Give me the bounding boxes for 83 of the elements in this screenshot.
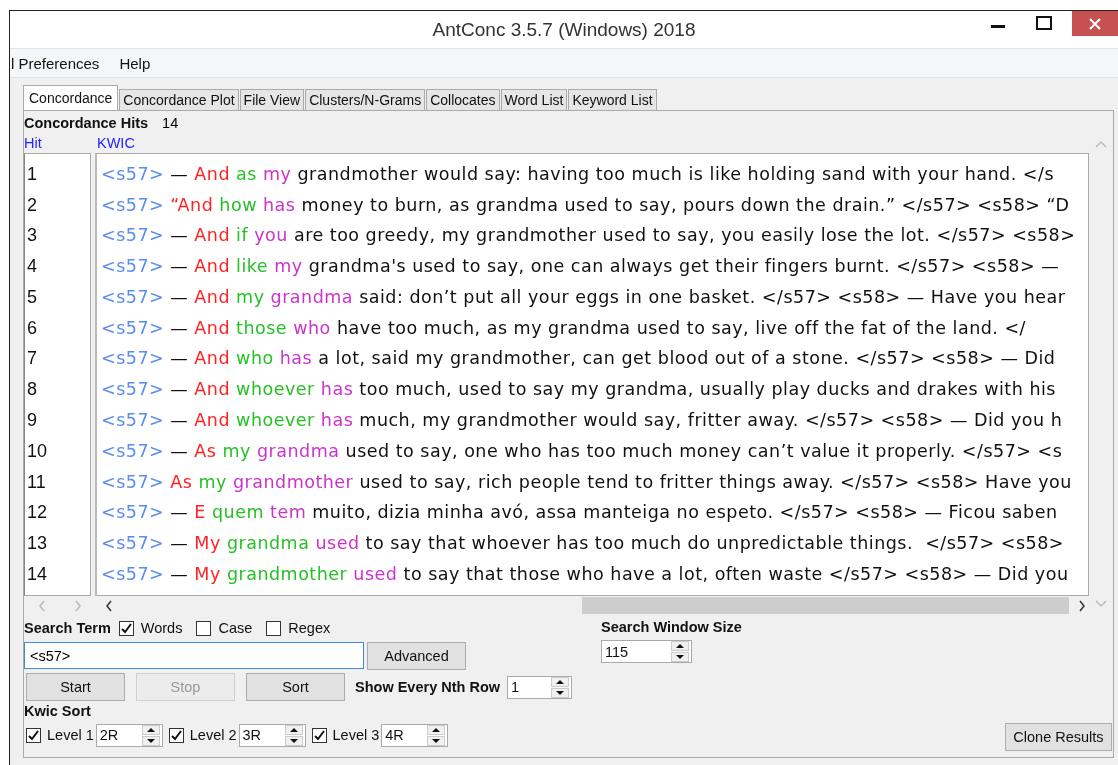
column-header[interactable]: Hit — [24, 135, 97, 151]
tab[interactable]: File View — [239, 89, 305, 110]
hit-number: 6 — [26, 316, 38, 340]
search-field[interactable]: <s57> — [24, 642, 364, 669]
hit-number: 2 — [26, 193, 38, 217]
checkbox[interactable] — [266, 620, 282, 636]
hit-number: 3 — [26, 224, 38, 248]
checkbox-label: Regex — [288, 620, 331, 636]
clone-results-button[interactable]: Clone Results — [1005, 723, 1112, 751]
spin-down-icon[interactable] — [284, 735, 303, 746]
hit-number: 9 — [26, 409, 38, 433]
menu-item[interactable]: Help — [119, 54, 151, 72]
tab[interactable]: Concordance Plot — [119, 89, 239, 110]
checkbox-label: Level 2 — [189, 727, 237, 743]
spin-up-icon[interactable] — [141, 724, 160, 735]
kwic-line[interactable]: <s57> — And like my grandma's used to say, one can always get their fingers burnt. </s57> <s58> — — [97, 251, 1088, 282]
column-header[interactable]: KWIC — [97, 135, 135, 151]
tab[interactable]: Collocates — [426, 89, 500, 110]
kwic-line[interactable]: <s57> — E quem tem muito, dizia minha avó, assa manteiga no espeto. </s57> <s58> — Ficou saben — [97, 497, 1088, 529]
spin-box[interactable]: 115 — [601, 640, 692, 663]
spin-down-icon[interactable] — [141, 735, 160, 746]
spin-up-icon[interactable] — [671, 641, 689, 651]
hit-number: 4 — [26, 255, 38, 279]
close-button[interactable] — [1072, 11, 1118, 36]
window-title: AntConc 3.5.7 (Windows) 2018 — [432, 18, 696, 41]
checkbox-label: Level 3 — [332, 727, 380, 743]
spin-down-icon[interactable] — [551, 687, 570, 698]
scroll-thumb[interactable] — [582, 597, 1069, 615]
search-term-label: Search Term — [24, 620, 111, 636]
kwic-line[interactable]: <s57> — And my grandma said: don’t put all your eggs in one basket. </s57> <s58> — Have you hear — [97, 281, 1088, 313]
kwic-line[interactable]: <s57> — And who has a lot, said my grandmother, can get blood out of a stone. </s57> <s58> — Did — [97, 343, 1088, 375]
spin-up-icon[interactable] — [284, 724, 303, 735]
checkbox[interactable] — [168, 727, 184, 743]
tab[interactable]: Word List — [500, 89, 568, 110]
action-button[interactable]: Start — [26, 673, 125, 701]
hit-number: 1 — [26, 162, 38, 186]
tab[interactable]: Concordance — [23, 85, 119, 110]
kwic-line[interactable]: <s57> — My grandmother used to say that those who have a lot, often waste </s57> <s58> — Did you — [97, 559, 1088, 590]
checkbox-label: Case — [218, 620, 253, 636]
tab[interactable]: Keyword List — [568, 89, 657, 110]
search-window-size-label: Search Window Size — [601, 619, 742, 635]
hit-number: 7 — [26, 347, 38, 371]
advanced-button[interactable]: Advanced — [367, 641, 466, 670]
checkbox-label: Words — [140, 620, 183, 636]
hit-number: 11 — [26, 470, 47, 494]
checkbox[interactable] — [26, 727, 41, 743]
checkbox-label: Level 1 — [47, 727, 94, 743]
kwic-line[interactable]: <s57> — And if you are too greedy, my grandmother used to say, you easily lose the lot. </s57> <s58> — [97, 220, 1088, 252]
hits-label: Concordance Hits — [24, 115, 149, 132]
scroll-right-icon[interactable] — [1077, 598, 1087, 613]
close-icon[interactable] — [1088, 16, 1102, 31]
spin-down-icon[interactable] — [427, 735, 446, 746]
checkbox[interactable] — [196, 620, 212, 636]
hits-count: 14 — [162, 115, 179, 132]
tab[interactable]: Clusters/N-Grams — [305, 89, 426, 110]
hit-number: 10 — [26, 439, 49, 463]
spin-up-icon[interactable] — [427, 724, 446, 735]
spin-down-icon[interactable] — [671, 652, 689, 662]
spin-box[interactable]: 1 — [507, 675, 573, 699]
kwic-line[interactable]: <s57> — And those who have too much, as my grandma used to say, live off the fat of the land. </ — [97, 312, 1088, 344]
nth-row-label: Show Every Nth Row — [355, 679, 501, 695]
scroll-left-icon[interactable] — [104, 598, 114, 613]
kwic-line[interactable]: <s57> As my grandmother used to say, rich people tend to fritter things away. </s57> <s58> Have you — [97, 466, 1088, 498]
hit-number: 14 — [26, 563, 49, 587]
checkbox[interactable] — [118, 620, 134, 636]
kwic-line[interactable]: <s57> — And as my grandmother would say: having too much is like holding sand with your hand. </s — [97, 158, 1088, 190]
action-button[interactable]: Sort — [246, 673, 345, 701]
hit-number: 12 — [26, 501, 49, 525]
spin-up-icon[interactable] — [551, 676, 570, 687]
kwic-line[interactable]: <s57> — My grandma used to say that whoever has too much do unpredictable things. </s57> <s58> — [97, 528, 1088, 560]
kwic-line[interactable]: <s57> — And whoever has too much, used to say my grandma, usually play ducks and drakes with his — [97, 374, 1088, 406]
spin-box[interactable]: 4R — [381, 723, 449, 747]
menu-item[interactable]: l Preferences — [11, 54, 100, 72]
kwic-line[interactable]: <s57> — As my grandma used to say, one who has too much money can’t value it properly. </s57> <s — [97, 435, 1088, 467]
kwic-line[interactable]: <s57> “And how has money to burn, as grandma used to say, pours down the drain.” </s57> <s58> “D — [97, 189, 1088, 221]
spin-box[interactable]: 2R — [95, 723, 163, 747]
hit-number: 13 — [26, 532, 49, 556]
kwic-line[interactable]: <s57> — And whoever has much, my grandmother would say, fritter away. </s57> <s58> — Did you h — [97, 405, 1088, 436]
hit-number: 8 — [26, 378, 38, 402]
kwic-sort-label: Kwic Sort — [24, 703, 91, 719]
spin-box[interactable]: 3R — [238, 723, 306, 747]
hit-number: 5 — [26, 285, 38, 309]
checkbox[interactable] — [311, 727, 327, 743]
